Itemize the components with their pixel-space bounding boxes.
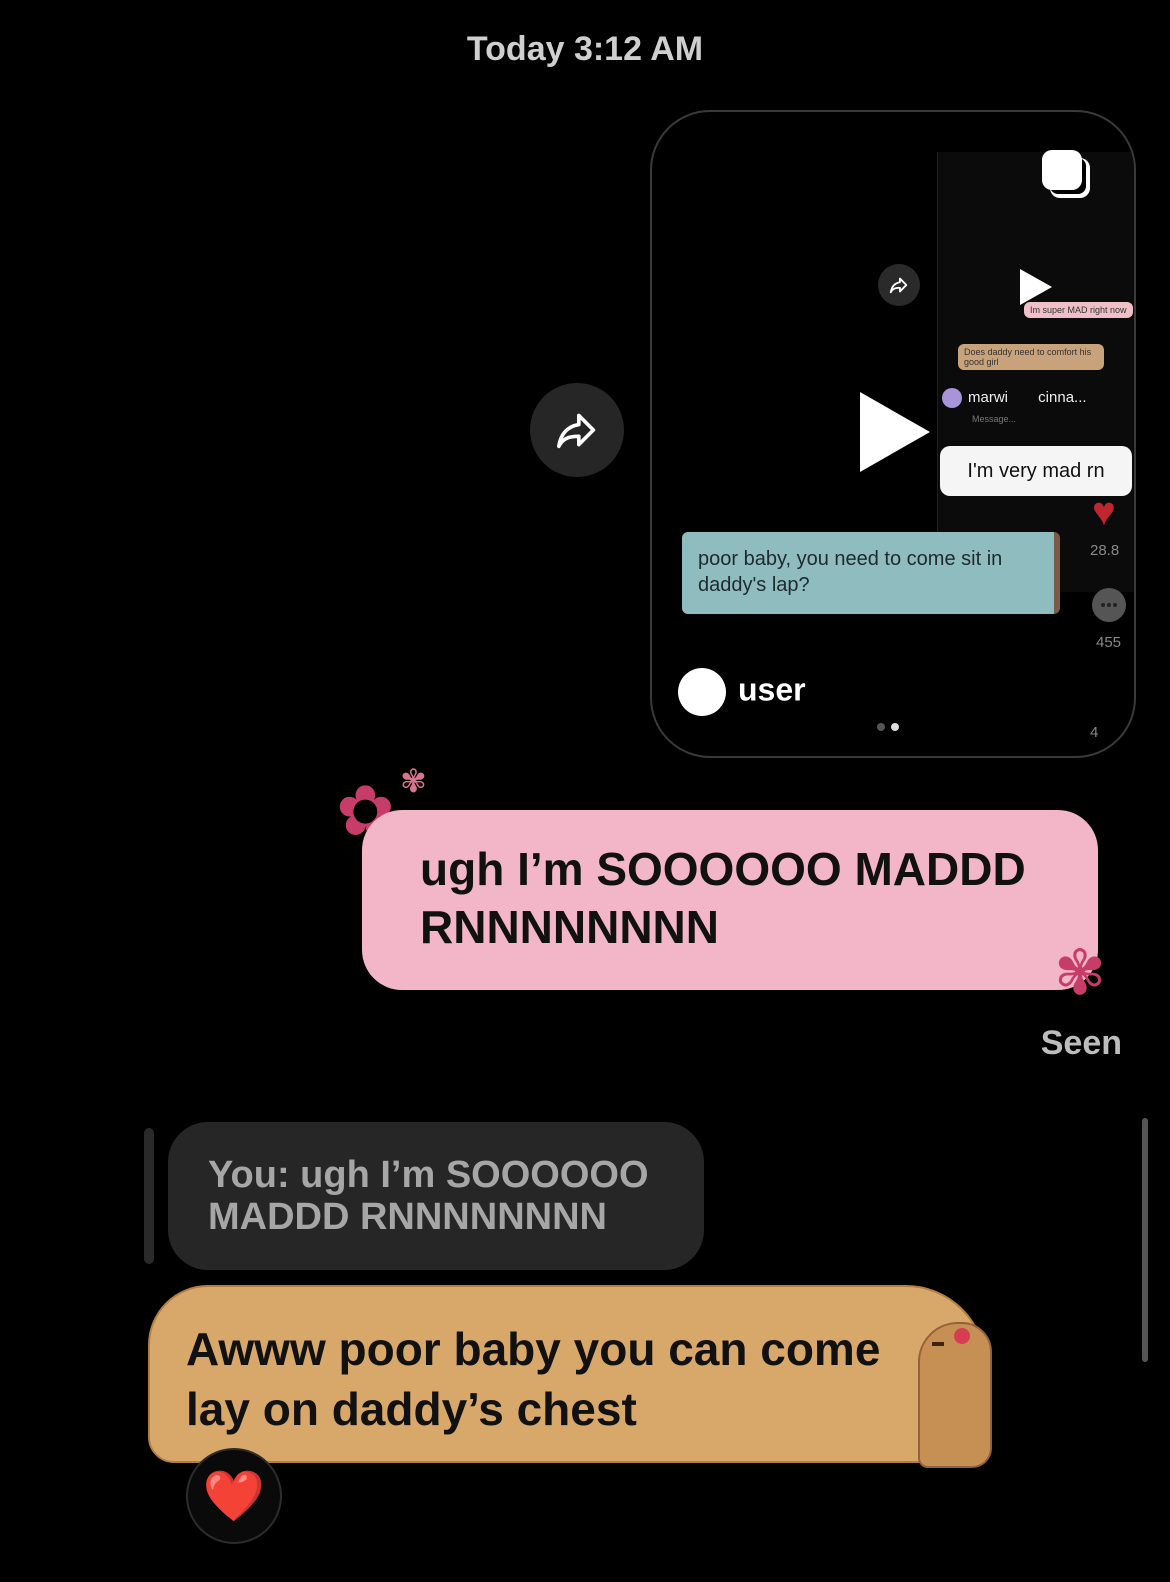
avatar [942,388,962,408]
capybara-eye [932,1342,944,1346]
flower-icon: ✾ [1054,939,1106,1008]
nested-mad-bubble: I'm very mad rn [940,446,1132,496]
heart-icon: ♥ [1092,490,1116,534]
share-button[interactable] [530,383,624,477]
comment-count: 455 [1096,634,1122,651]
multi-post-icon [1042,150,1082,190]
capybara-sticker [918,1322,992,1468]
reel-share-icon[interactable] [878,264,920,306]
shared-reel-card[interactable]: Im super MAD right now Does daddy need t… [650,110,1136,758]
reply-indicator-bar [144,1128,154,1264]
reply-quote[interactable]: You: ugh I’m SOOOOOO MADDD RNNNNNNNN [168,1122,704,1270]
received-message-bubble[interactable]: Awww poor baby you can come lay on daddy… [148,1285,986,1463]
timestamp: Today 3:12 AM [466,30,704,68]
scrollbar[interactable] [1142,1118,1148,1362]
nested-message-hint: Message... [972,414,1017,424]
seen-status: Seen [1040,1024,1122,1062]
share-count: 4 [1090,724,1099,741]
nested-poor-bubble: poor baby, you need to come sit in daddy… [682,532,1060,614]
nested-play-icon [1020,269,1052,305]
like-count: 28.8 [1090,542,1120,559]
capybara-flower [954,1328,970,1344]
sent-message-bubble[interactable]: ugh I’m SOOOOOO MADDD RNNNNNNNN [362,810,1098,990]
flower-icon: ✾ [400,763,427,799]
comment-icon [1092,588,1126,622]
nested-message: Does daddy need to comfort his good girl [958,344,1104,370]
share-arrow-icon [556,413,596,449]
avatar [678,668,726,716]
nested-users-row: marwi cinna... [942,388,1087,408]
reel-author[interactable]: user [678,668,806,716]
play-icon[interactable] [860,392,930,472]
heart-reaction[interactable]: ❤️ [186,1448,282,1544]
nested-message: Im super MAD right now [1024,302,1133,318]
carousel-dots [874,718,902,736]
